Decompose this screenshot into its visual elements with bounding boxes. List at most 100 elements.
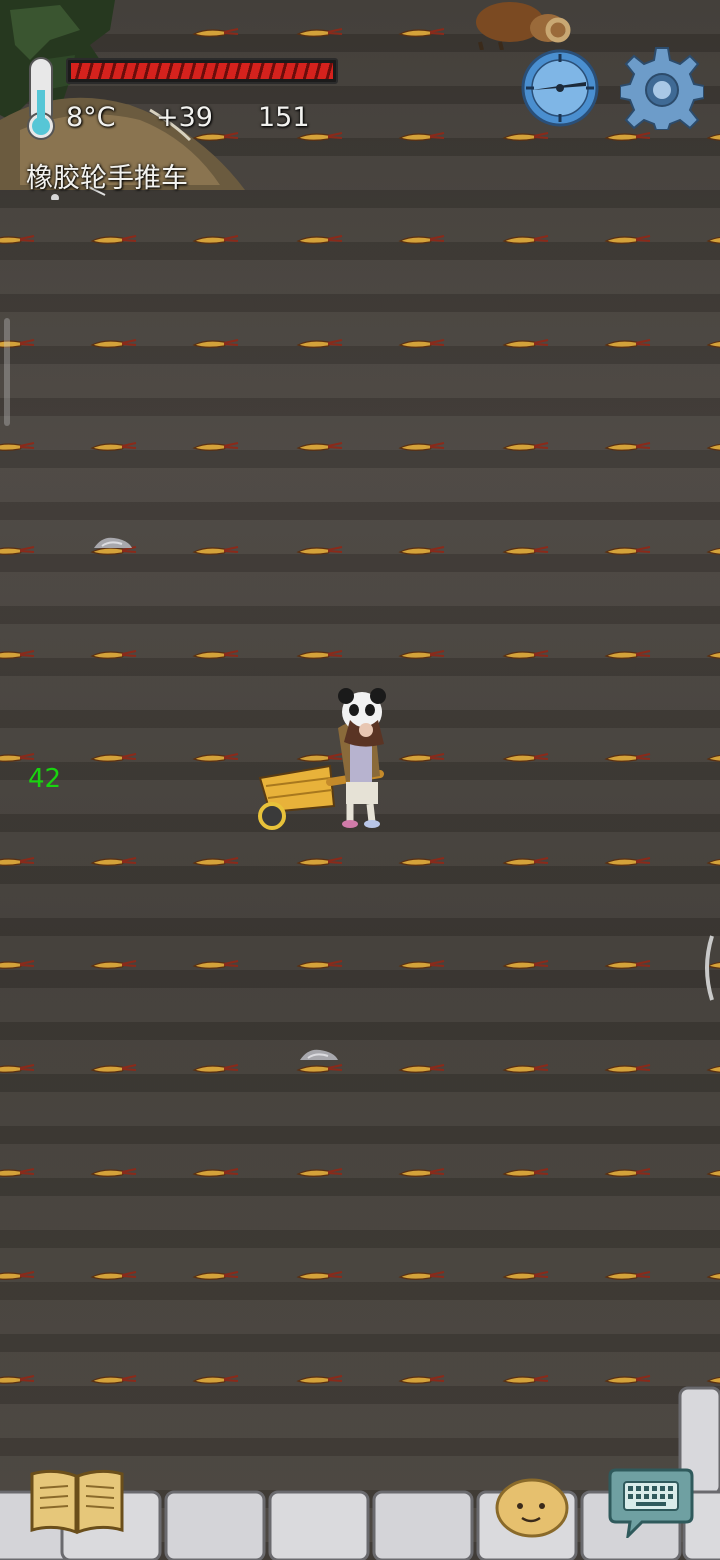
carrot-plant[interactable] (0, 1373, 36, 1385)
carrot-plant[interactable] (706, 337, 720, 349)
carrot-plant[interactable] (296, 337, 344, 349)
book-icon[interactable] (28, 1468, 126, 1536)
carrot-plant[interactable] (502, 648, 550, 660)
carrot-plant[interactable] (0, 648, 36, 660)
carrot-plant[interactable] (90, 440, 138, 452)
carrot-plant[interactable] (192, 855, 240, 867)
carrot-plant[interactable] (0, 751, 36, 763)
carrot-plant[interactable] (90, 648, 138, 660)
carrot-plant[interactable] (192, 233, 240, 245)
carrot-plant[interactable] (0, 233, 36, 245)
game-world[interactable]: 8°C +39 151 橡胶轮手推车 42 (0, 0, 720, 1560)
carrot-plant[interactable] (398, 233, 446, 245)
gear-icon[interactable] (620, 46, 704, 130)
carrot-plant[interactable] (192, 544, 240, 556)
carrot-plant[interactable] (90, 1166, 138, 1178)
carrot-plant[interactable] (192, 1373, 240, 1385)
carrot-plant[interactable] (502, 855, 550, 867)
carrot-plant[interactable] (192, 751, 240, 763)
keyboard-icon[interactable] (608, 1466, 694, 1538)
carrot-plant[interactable] (296, 648, 344, 660)
carrot-plant[interactable] (398, 1373, 446, 1385)
carrot-plant[interactable] (90, 1269, 138, 1281)
carrot-plant[interactable] (0, 958, 36, 970)
carrot-plant[interactable] (0, 1166, 36, 1178)
carrot-plant[interactable] (192, 26, 240, 38)
carrot-plant[interactable] (604, 751, 652, 763)
carrot-plant[interactable] (0, 1269, 36, 1281)
carrot-plant[interactable] (604, 130, 652, 142)
carrot-plant[interactable] (604, 1373, 652, 1385)
carrot-plant[interactable] (90, 855, 138, 867)
carrot-plant[interactable] (296, 233, 344, 245)
carrot-plant[interactable] (502, 130, 550, 142)
carrot-plant[interactable] (398, 26, 446, 38)
carrot-plant[interactable] (90, 337, 138, 349)
carrot-plant[interactable] (398, 855, 446, 867)
carrot-plant[interactable] (398, 130, 446, 142)
carrot-plant[interactable] (706, 544, 720, 556)
carrot-plant[interactable] (604, 544, 652, 556)
carrot-plant[interactable] (398, 1269, 446, 1281)
carrot-plant[interactable] (502, 233, 550, 245)
carrot-plant[interactable] (296, 26, 344, 38)
carrot-plant[interactable] (502, 544, 550, 556)
compass-icon[interactable] (520, 48, 600, 128)
carrot-plant[interactable] (192, 1269, 240, 1281)
carrot-plant[interactable] (296, 1166, 344, 1178)
carrot-plant[interactable] (706, 855, 720, 867)
carrot-plant[interactable] (502, 1166, 550, 1178)
carrot-plant[interactable] (604, 958, 652, 970)
carrot-plant[interactable] (398, 1166, 446, 1178)
carrot-plant[interactable] (706, 648, 720, 660)
carrot-plant[interactable] (706, 1269, 720, 1281)
left-edge-handle[interactable] (4, 318, 10, 426)
carrot-plant[interactable] (90, 751, 138, 763)
carrot-plant[interactable] (296, 440, 344, 452)
carrot-plant[interactable] (90, 1373, 138, 1385)
carrot-plant[interactable] (706, 440, 720, 452)
carrot-plant[interactable] (604, 1062, 652, 1074)
carrot-plant[interactable] (706, 1062, 720, 1074)
carrot-plant[interactable] (296, 1062, 344, 1074)
carrot-plant[interactable] (604, 648, 652, 660)
carrot-plant[interactable] (604, 337, 652, 349)
carrot-plant[interactable] (192, 648, 240, 660)
carrot-plant[interactable] (398, 337, 446, 349)
carrot-plant[interactable] (706, 1373, 720, 1385)
carrot-plant[interactable] (502, 958, 550, 970)
carrot-plant[interactable] (502, 1062, 550, 1074)
carrot-plant[interactable] (398, 440, 446, 452)
carrot-plant[interactable] (192, 440, 240, 452)
carrot-plant[interactable] (502, 1373, 550, 1385)
carrot-plant[interactable] (604, 855, 652, 867)
carrot-plant[interactable] (192, 1166, 240, 1178)
carrot-plant[interactable] (0, 440, 36, 452)
carrot-plant[interactable] (90, 233, 138, 245)
carrot-plant[interactable] (296, 1269, 344, 1281)
carrot-plant[interactable] (296, 544, 344, 556)
carrot-plant[interactable] (398, 544, 446, 556)
carrot-plant[interactable] (398, 958, 446, 970)
carrot-plant[interactable] (90, 1062, 138, 1074)
carrot-plant[interactable] (706, 130, 720, 142)
carrot-plant[interactable] (296, 958, 344, 970)
carrot-plant[interactable] (604, 233, 652, 245)
carrot-plant[interactable] (192, 958, 240, 970)
carrot-plant[interactable] (296, 855, 344, 867)
carrot-plant[interactable] (604, 1269, 652, 1281)
carrot-plant[interactable] (706, 1166, 720, 1178)
carrot-plant[interactable] (604, 440, 652, 452)
carrot-plant[interactable] (706, 751, 720, 763)
carrot-plant[interactable] (192, 1062, 240, 1074)
carrot-plant[interactable] (90, 958, 138, 970)
carrot-plant[interactable] (706, 233, 720, 245)
carrot-plant[interactable] (0, 1062, 36, 1074)
carrot-plant[interactable] (502, 337, 550, 349)
emote-face-icon[interactable] (494, 1474, 570, 1538)
carrot-plant[interactable] (502, 440, 550, 452)
carrot-plant[interactable] (192, 337, 240, 349)
carrot-plant[interactable] (0, 855, 36, 867)
carrot-plant[interactable] (398, 648, 446, 660)
carrot-plant[interactable] (296, 1373, 344, 1385)
